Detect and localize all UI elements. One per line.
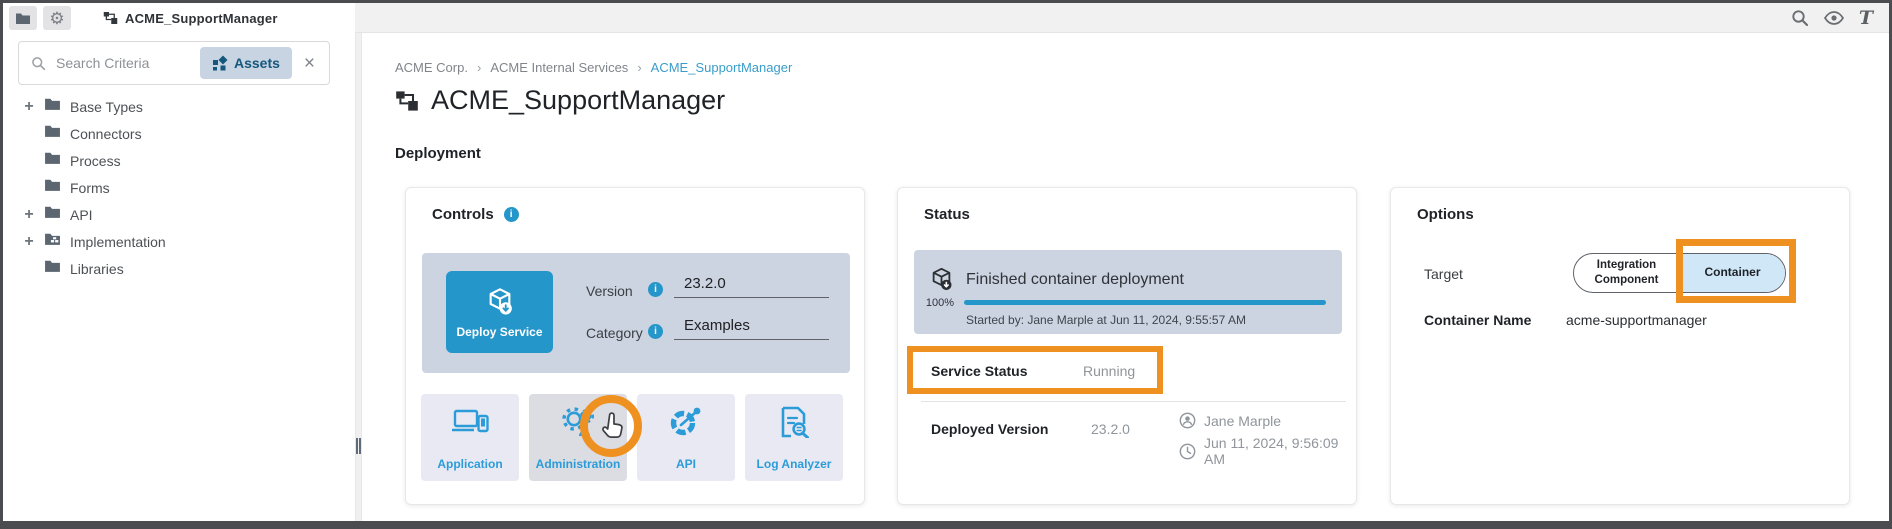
- deployment-section-heading: Deployment: [395, 145, 481, 162]
- folder-icon: [44, 97, 61, 116]
- search-criteria-box: Assets ×: [18, 41, 330, 85]
- options-heading: Options: [1417, 206, 1474, 223]
- target-option-container[interactable]: Container: [1679, 254, 1785, 292]
- target-option-integration-component[interactable]: Integration Component: [1574, 254, 1679, 292]
- implementation-folder-icon: [44, 232, 61, 251]
- sidebar-item-implementation[interactable]: + Implementation: [3, 228, 355, 255]
- tab-title: ACME_SupportManager: [125, 11, 278, 26]
- search-input[interactable]: [56, 55, 200, 71]
- divider-line: [921, 401, 1346, 402]
- breadcrumb-item-internal-services[interactable]: ACME Internal Services: [490, 60, 628, 75]
- deploy-panel: Deploy Service Version i 23.2.0 Category…: [422, 253, 850, 373]
- clock-icon: [1179, 443, 1196, 460]
- container-name-label: Container Name: [1424, 312, 1531, 328]
- expand-plus-icon[interactable]: +: [22, 207, 36, 223]
- deployed-by-value: Jane Marple: [1204, 413, 1281, 429]
- info-icon[interactable]: i: [504, 207, 519, 222]
- deployed-version-label: Deployed Version: [931, 421, 1048, 437]
- status-card: Status Finished container deployment 100…: [897, 187, 1357, 505]
- container-name-value: acme-supportmanager: [1566, 312, 1707, 328]
- expand-plus-icon[interactable]: +: [22, 234, 36, 250]
- app-window: T ⚙ ACME_SupportManager: [0, 0, 1892, 529]
- category-label: Category: [586, 325, 643, 341]
- assets-chip-label: Assets: [234, 55, 280, 71]
- folder-icon: [44, 178, 61, 197]
- breadcrumb-separator-icon: ›: [477, 60, 481, 75]
- folder-icon: [44, 124, 61, 143]
- project-hierarchy-icon: [395, 90, 419, 112]
- api-tile-button[interactable]: API: [637, 394, 735, 481]
- assets-filter-chip[interactable]: Assets: [200, 47, 292, 79]
- info-icon[interactable]: i: [648, 324, 663, 339]
- folder-icon: [44, 151, 61, 170]
- topbar-tab-strip: ⚙ ACME_SupportManager: [3, 3, 355, 33]
- version-value[interactable]: 23.2.0: [674, 275, 829, 298]
- progress-bar: [964, 300, 1326, 305]
- sidebar-item-connectors[interactable]: Connectors: [3, 120, 355, 147]
- search-icon[interactable]: [1791, 9, 1809, 27]
- breadcrumb-separator-icon: ›: [637, 60, 641, 75]
- container-package-icon: [928, 266, 955, 293]
- service-status-label: Service Status: [931, 363, 1028, 379]
- application-icon: [450, 394, 490, 449]
- asset-navigator-sidebar: Assets × + Base Types Connectors Process…: [3, 33, 355, 521]
- close-icon[interactable]: ×: [304, 54, 315, 73]
- deployed-version-value: 23.2.0: [1091, 421, 1130, 437]
- version-label: Version: [586, 283, 633, 299]
- deployment-status-panel: Finished container deployment 100% Start…: [914, 250, 1342, 334]
- controls-card: Controls i Deploy Service Version i 23.2…: [405, 187, 865, 505]
- administration-icon: [559, 394, 597, 449]
- preview-eye-icon[interactable]: [1824, 11, 1844, 25]
- api-icon: [668, 394, 704, 449]
- sidebar-item-api[interactable]: + API: [3, 201, 355, 228]
- progress-percent: 100%: [920, 297, 960, 309]
- log-analyzer-icon: [779, 394, 809, 449]
- info-icon[interactable]: i: [648, 282, 663, 297]
- breadcrumb: ACME Corp. › ACME Internal Services › AC…: [395, 60, 792, 75]
- sidebar-resize-divider[interactable]: [355, 33, 362, 521]
- asset-tree: + Base Types Connectors Process Forms + …: [3, 93, 355, 282]
- options-card: Options Target Integration Component Con…: [1390, 187, 1850, 505]
- administration-tile-button[interactable]: Administration: [529, 394, 627, 481]
- folder-icon: [15, 12, 31, 25]
- application-tile-button[interactable]: Application: [421, 394, 519, 481]
- deploy-package-icon: [484, 286, 516, 318]
- folder-browser-button[interactable]: [9, 6, 37, 30]
- text-tool-icon[interactable]: T: [1859, 9, 1873, 28]
- folder-icon: [44, 259, 61, 278]
- sidebar-item-base-types[interactable]: + Base Types: [3, 93, 355, 120]
- resize-handle-icon[interactable]: [356, 438, 361, 454]
- deploy-button-label: Deploy Service: [456, 325, 542, 339]
- log-analyzer-tile-button[interactable]: Log Analyzer: [745, 394, 843, 481]
- category-value[interactable]: Examples: [674, 317, 829, 340]
- controls-heading: Controls: [432, 206, 494, 223]
- sidebar-item-forms[interactable]: Forms: [3, 174, 355, 201]
- service-status-value: Running: [1083, 363, 1135, 379]
- sidebar-item-process[interactable]: Process: [3, 147, 355, 174]
- page-title: ACME_SupportManager: [431, 85, 725, 116]
- assets-icon: [212, 55, 228, 71]
- status-message: Finished container deployment: [966, 271, 1184, 289]
- expand-plus-icon[interactable]: +: [22, 99, 36, 115]
- main-content: ACME Corp. › ACME Internal Services › AC…: [362, 33, 1889, 521]
- sidebar-item-libraries[interactable]: Libraries: [3, 255, 355, 282]
- target-toggle: Integration Component Container: [1573, 253, 1786, 293]
- target-label: Target: [1424, 266, 1463, 282]
- breadcrumb-item-acme-corp[interactable]: ACME Corp.: [395, 60, 468, 75]
- started-by-text: Started by: Jane Marple at Jun 11, 2024,…: [966, 313, 1246, 327]
- gear-icon: ⚙: [49, 10, 64, 27]
- settings-button[interactable]: ⚙: [43, 6, 71, 30]
- project-hierarchy-icon: [103, 11, 118, 25]
- deployed-at-value: Jun 11, 2024, 9:56:09 AM: [1204, 435, 1356, 467]
- person-icon: [1179, 412, 1196, 429]
- status-heading: Status: [924, 206, 970, 223]
- topbar: T: [355, 3, 1889, 33]
- breadcrumb-item-current[interactable]: ACME_SupportManager: [651, 60, 793, 75]
- tab-acme-supportmanager[interactable]: ACME_SupportManager: [103, 11, 278, 26]
- folder-icon: [44, 205, 61, 224]
- search-icon: [31, 56, 46, 71]
- deploy-service-button[interactable]: Deploy Service: [446, 271, 553, 353]
